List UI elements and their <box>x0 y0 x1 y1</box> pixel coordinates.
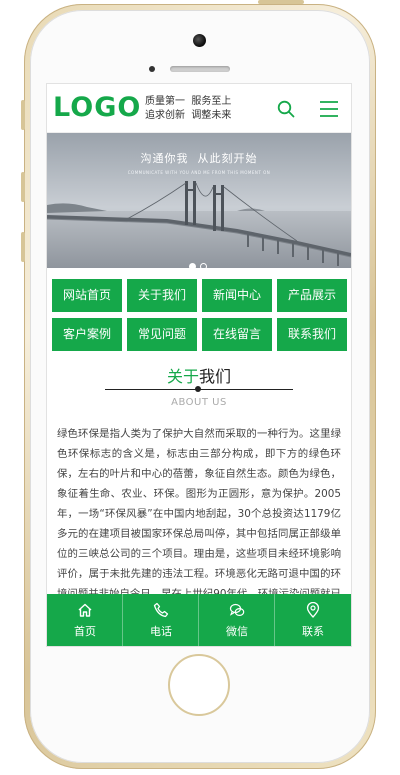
carousel-dot-2[interactable] <box>200 263 207 268</box>
volume-up-button <box>21 172 25 202</box>
about-heading-rest: 我们 <box>199 367 232 386</box>
banner-title: 沟通你我 从此刻开始 <box>140 152 258 165</box>
site-header: LOGO 质量第一 服务至上 追求创新 调整未来 <box>47 84 351 133</box>
nav-about[interactable]: 关于我们 <box>127 279 197 312</box>
front-camera <box>193 34 206 47</box>
nav-contact[interactable]: 联系我们 <box>277 318 347 351</box>
bottom-nav-home[interactable]: 首页 <box>47 594 123 646</box>
about-heading-en: ABOUT US <box>171 397 227 408</box>
hero-banner[interactable]: 沟通你我 从此刻开始 COMMUNICATE WITH YOU AND ME F… <box>47 133 351 268</box>
nav-faq[interactable]: 常见问题 <box>127 318 197 351</box>
slogan-line-1: 质量第一 服务至上 <box>145 96 232 107</box>
heading-divider-dot <box>195 386 201 392</box>
nav-home[interactable]: 网站首页 <box>52 279 122 312</box>
banner-subtitle: COMMUNICATE WITH YOU AND ME FROM THIS MO… <box>127 170 271 175</box>
power-button <box>258 0 304 4</box>
nav-cases[interactable]: 客户案例 <box>52 318 122 351</box>
carousel-dot-1[interactable] <box>189 263 196 268</box>
volume-down-button <box>21 232 25 262</box>
site-logo[interactable]: LOGO <box>53 94 141 122</box>
slogan-line-2: 追求创新 调整未来 <box>145 110 232 121</box>
nav-message[interactable]: 在线留言 <box>202 318 272 351</box>
nav-products[interactable]: 产品展示 <box>277 279 347 312</box>
wechat-icon <box>229 603 245 617</box>
bottom-nav-bar: 首页 电话 微信 联系 <box>47 594 351 646</box>
header-slogan: 质量第一 服务至上 追求创新 调整未来 <box>145 95 245 123</box>
bottom-nav-wechat-label: 微信 <box>226 625 248 638</box>
bottom-nav-contact[interactable]: 联系 <box>275 594 351 646</box>
nav-news[interactable]: 新闻中心 <box>202 279 272 312</box>
about-heading: 关于我们 <box>47 363 351 387</box>
location-icon <box>306 602 320 618</box>
menu-icon[interactable] <box>319 100 339 118</box>
home-button[interactable] <box>168 654 230 716</box>
bottom-nav-phone-label: 电话 <box>150 625 172 638</box>
carousel-dots <box>187 255 209 268</box>
phone-icon <box>153 602 169 618</box>
about-heading-highlight: 关于 <box>166 367 199 386</box>
search-icon[interactable] <box>277 100 295 118</box>
earpiece-speaker <box>170 66 230 72</box>
phone-screen: LOGO 质量第一 服务至上 追求创新 调整未来 沟通你我 从此刻开始 COMM… <box>47 84 351 646</box>
home-icon <box>78 603 92 617</box>
bottom-nav-contact-label: 联系 <box>302 625 324 638</box>
bottom-nav-wechat[interactable]: 微信 <box>199 594 275 646</box>
mute-switch <box>21 100 25 130</box>
bottom-nav-home-label: 首页 <box>74 625 96 638</box>
bottom-nav-phone[interactable]: 电话 <box>123 594 199 646</box>
proximity-sensor <box>149 66 155 72</box>
